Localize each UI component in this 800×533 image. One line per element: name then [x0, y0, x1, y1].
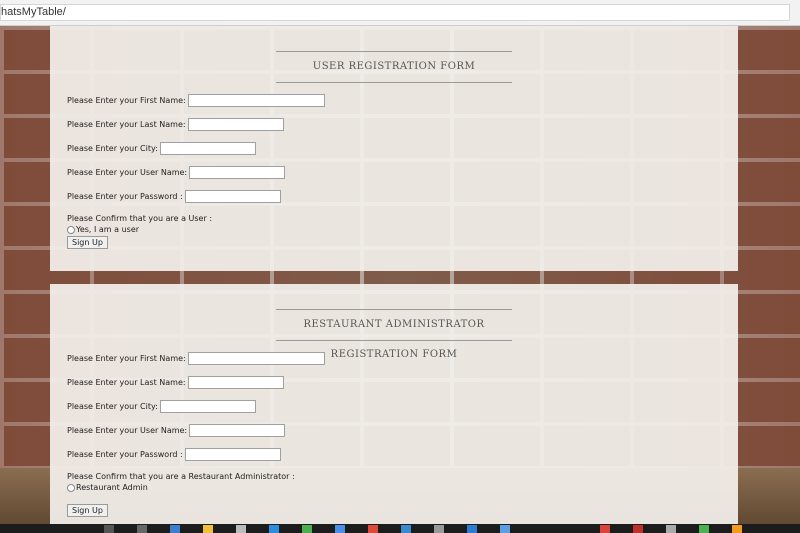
admin-city-row: Please Enter your City:	[67, 400, 256, 413]
file-explorer-icon[interactable]	[203, 525, 213, 533]
user-radio-label: Yes, I am a user	[76, 225, 140, 234]
password-input[interactable]	[184, 190, 281, 203]
last-name-row: Please Enter your Last Name:	[67, 118, 284, 131]
url-input[interactable]: hatsMyTable/	[0, 4, 790, 21]
task-view-icon[interactable]	[137, 525, 147, 533]
city-row: Please Enter your City:	[67, 142, 256, 155]
app-icon[interactable]	[633, 525, 643, 533]
admin-radio-row[interactable]: Restaurant Admin	[67, 483, 148, 492]
username-row: Please Enter your User Name:	[67, 166, 286, 179]
app-icon[interactable]	[732, 525, 742, 533]
search-icon[interactable]	[104, 525, 114, 533]
app-icon[interactable]	[434, 525, 444, 533]
app-icon[interactable]	[699, 525, 709, 533]
last-name-label: Please Enter your Last Name:	[67, 120, 186, 129]
last-name-input[interactable]	[187, 118, 284, 131]
app-icon[interactable]	[401, 525, 411, 533]
user-radio-button[interactable]	[67, 225, 75, 234]
username-input[interactable]	[189, 166, 286, 179]
admin-username-input[interactable]	[189, 424, 286, 437]
admin-city-input[interactable]	[159, 400, 256, 413]
admin-confirm-text: Please Confirm that you are a Restaurant…	[67, 472, 295, 481]
admin-password-input[interactable]	[184, 448, 281, 461]
admin-username-row: Please Enter your User Name:	[67, 424, 286, 437]
admin-last-name-input[interactable]	[187, 376, 284, 389]
admin-first-name-input[interactable]	[187, 352, 325, 365]
admin-first-name-label: Please Enter your First Name:	[67, 354, 186, 363]
taskbar	[0, 524, 800, 533]
chrome-icon[interactable]	[600, 525, 610, 533]
password-row: Please Enter your Password :	[67, 190, 281, 203]
user-radio-row[interactable]: Yes, I am a user	[67, 225, 139, 234]
first-name-label: Please Enter your First Name:	[67, 96, 186, 105]
city-label: Please Enter your City:	[67, 144, 158, 153]
address-bar: hatsMyTable/	[0, 0, 800, 26]
admin-password-label: Please Enter your Password :	[67, 450, 183, 459]
edge-icon[interactable]	[170, 525, 180, 533]
app-icon[interactable]	[302, 525, 312, 533]
admin-radio-button[interactable]	[67, 483, 75, 492]
store-icon[interactable]	[236, 525, 246, 533]
admin-first-name-row: Please Enter your First Name:	[67, 352, 325, 365]
first-name-row: Please Enter your First Name:	[67, 94, 325, 107]
password-label: Please Enter your Password :	[67, 192, 183, 201]
admin-password-row: Please Enter your Password :	[67, 448, 281, 461]
admin-last-name-row: Please Enter your Last Name:	[67, 376, 284, 389]
user-sign-up-button[interactable]: Sign Up	[67, 236, 108, 249]
username-label: Please Enter your User Name:	[67, 168, 188, 177]
app-icon[interactable]	[368, 525, 378, 533]
dropbox-icon[interactable]	[269, 525, 279, 533]
admin-form-title: RESTAURANT ADMINISTRATOR REGISTRATION FO…	[276, 309, 512, 360]
app-icon[interactable]	[666, 525, 676, 533]
admin-username-label: Please Enter your User Name:	[67, 426, 188, 435]
first-name-input[interactable]	[187, 94, 325, 107]
chrome-icon[interactable]	[335, 525, 345, 533]
admin-registration-panel: RESTAURANT ADMINISTRATOR REGISTRATION FO…	[50, 284, 738, 524]
user-registration-panel: USER REGISTRATION FORM Please Enter your…	[50, 26, 738, 271]
user-form-title: USER REGISTRATION FORM	[276, 51, 512, 83]
app-icon[interactable]	[500, 525, 510, 533]
admin-last-name-label: Please Enter your Last Name:	[67, 378, 186, 387]
user-confirm-text: Please Confirm that you are a User :	[67, 214, 213, 223]
admin-sign-up-button[interactable]: Sign Up	[67, 504, 108, 517]
app-icon[interactable]	[467, 525, 477, 533]
admin-radio-label: Restaurant Admin	[76, 483, 148, 492]
admin-city-label: Please Enter your City:	[67, 402, 158, 411]
city-input[interactable]	[159, 142, 256, 155]
